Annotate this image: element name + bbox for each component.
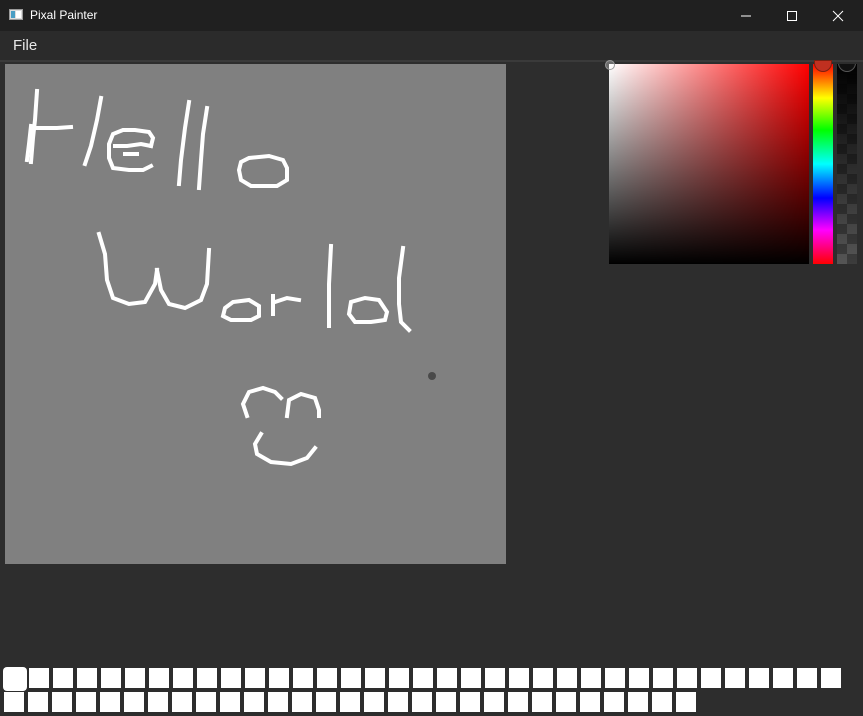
- file-menu[interactable]: File: [13, 37, 37, 54]
- alpha-gradient: [837, 64, 857, 264]
- maximize-icon: [787, 11, 797, 21]
- palette-swatch[interactable]: [388, 692, 408, 712]
- palette-swatch[interactable]: [317, 668, 337, 688]
- palette-swatch[interactable]: [149, 668, 169, 688]
- palette-swatch[interactable]: [725, 668, 745, 688]
- palette-swatch[interactable]: [269, 668, 289, 688]
- palette-swatch[interactable]: [316, 692, 336, 712]
- palette-swatch[interactable]: [365, 668, 385, 688]
- palette-swatch[interactable]: [4, 692, 24, 712]
- saturation-value-picker[interactable]: [605, 60, 809, 264]
- palette-swatch[interactable]: [412, 692, 432, 712]
- palette-swatch[interactable]: [292, 692, 312, 712]
- sv-picker-handle[interactable]: [605, 60, 615, 70]
- palette-swatch[interactable]: [28, 692, 48, 712]
- palette-swatch[interactable]: [508, 692, 528, 712]
- palette-swatch[interactable]: [533, 668, 553, 688]
- palette-swatch[interactable]: [580, 692, 600, 712]
- close-icon: [832, 10, 844, 22]
- palette-swatch[interactable]: [556, 692, 576, 712]
- palette-swatch[interactable]: [461, 668, 481, 688]
- palette-swatch[interactable]: [124, 692, 144, 712]
- pixal-painter-app-icon: [9, 9, 23, 20]
- palette-swatch[interactable]: [76, 692, 96, 712]
- palette-swatch[interactable]: [196, 692, 216, 712]
- palette-swatch[interactable]: [460, 692, 480, 712]
- palette-swatch[interactable]: [629, 668, 649, 688]
- palette-swatch[interactable]: [821, 668, 841, 688]
- hue-slider-handle[interactable]: [814, 60, 832, 72]
- palette-swatch[interactable]: [221, 668, 241, 688]
- palette-swatch[interactable]: [749, 668, 769, 688]
- palette-swatch[interactable]: [436, 692, 456, 712]
- palette-swatch[interactable]: [245, 668, 265, 688]
- close-button[interactable]: [815, 0, 861, 31]
- palette-swatch[interactable]: [676, 692, 696, 712]
- palette-swatch[interactable]: [52, 692, 72, 712]
- palette-swatch[interactable]: [628, 692, 648, 712]
- palette-swatch[interactable]: [293, 668, 313, 688]
- palette-swatch[interactable]: [53, 668, 73, 688]
- window-title: Pixal Painter: [30, 8, 98, 22]
- maximize-button[interactable]: [769, 0, 815, 31]
- palette-swatch[interactable]: [389, 668, 409, 688]
- hue-slider[interactable]: [813, 60, 833, 264]
- palette-swatch[interactable]: [29, 668, 49, 688]
- palette-swatch[interactable]: [605, 668, 625, 688]
- palette-swatch[interactable]: [100, 692, 120, 712]
- palette-swatch[interactable]: [484, 692, 504, 712]
- menu-separator: [0, 60, 863, 62]
- menu-bar: File: [0, 31, 863, 60]
- palette-swatch[interactable]: [677, 668, 697, 688]
- palette-swatch[interactable]: [773, 668, 793, 688]
- palette-swatch[interactable]: [77, 668, 97, 688]
- palette-swatch[interactable]: [101, 668, 121, 688]
- minimize-button[interactable]: [723, 0, 769, 31]
- title-bar[interactable]: Pixal Painter: [0, 0, 863, 31]
- palette-swatch[interactable]: [532, 692, 552, 712]
- palette-swatch[interactable]: [652, 692, 672, 712]
- palette-swatch[interactable]: [581, 668, 601, 688]
- palette-swatch[interactable]: [509, 668, 529, 688]
- palette-swatch[interactable]: [148, 692, 168, 712]
- palette-swatch[interactable]: [4, 668, 26, 690]
- palette-swatch[interactable]: [364, 692, 384, 712]
- palette-swatch[interactable]: [485, 668, 505, 688]
- palette-swatch[interactable]: [172, 692, 192, 712]
- palette-swatch[interactable]: [653, 668, 673, 688]
- palette-swatch[interactable]: [557, 668, 577, 688]
- canvas-strokes: [24, 88, 412, 467]
- palette-swatch[interactable]: [701, 668, 721, 688]
- palette-swatch[interactable]: [268, 692, 288, 712]
- brush-cursor: [428, 372, 436, 380]
- palette-swatch[interactable]: [341, 668, 361, 688]
- palette-swatch[interactable]: [197, 668, 217, 688]
- palette-swatch[interactable]: [220, 692, 240, 712]
- color-palette: [4, 668, 854, 714]
- app-window: Pixal Painter File: [0, 0, 863, 716]
- palette-swatch[interactable]: [340, 692, 360, 712]
- alpha-slider[interactable]: [837, 64, 857, 264]
- palette-swatch[interactable]: [437, 668, 457, 688]
- palette-swatch[interactable]: [125, 668, 145, 688]
- palette-swatch[interactable]: [173, 668, 193, 688]
- palette-swatch[interactable]: [797, 668, 817, 688]
- minimize-icon: [741, 15, 751, 17]
- palette-swatch[interactable]: [244, 692, 264, 712]
- drawing-canvas[interactable]: [5, 64, 506, 564]
- palette-swatch[interactable]: [604, 692, 624, 712]
- palette-swatch[interactable]: [413, 668, 433, 688]
